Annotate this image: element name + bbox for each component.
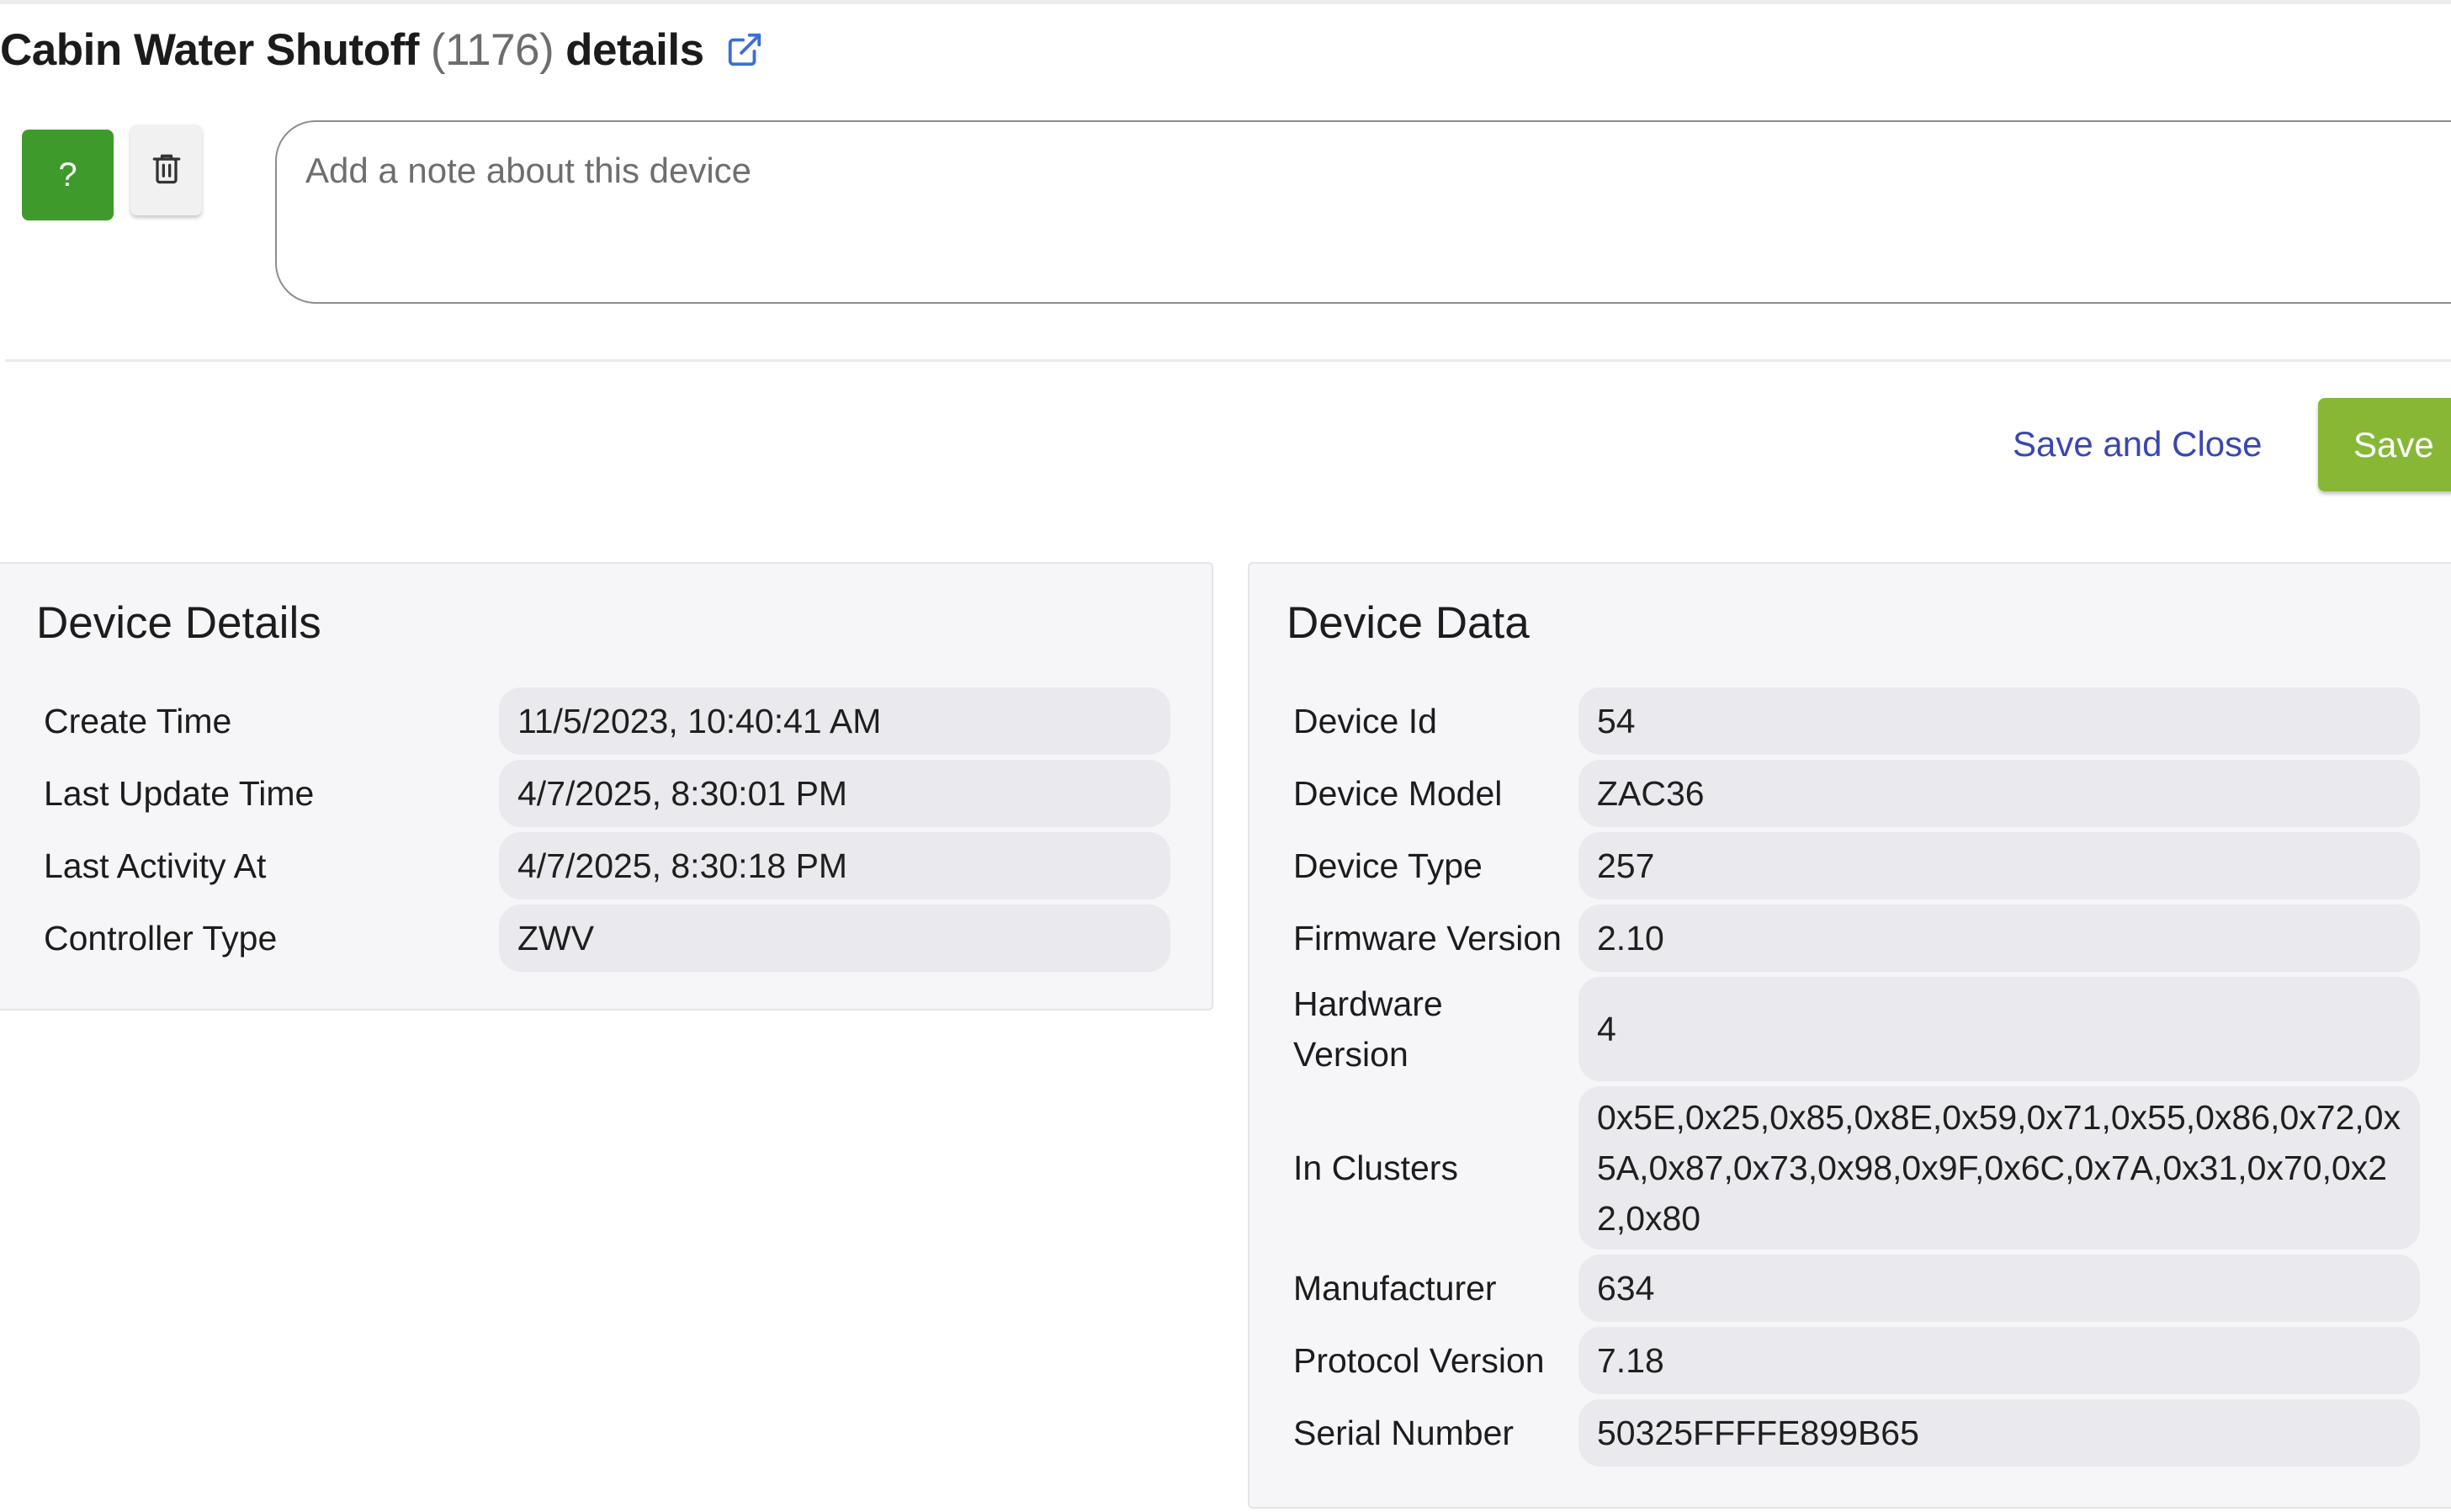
row-value: 2.10 — [1578, 905, 2420, 972]
data-row-hardware-version: Hardware Version 4 — [1249, 974, 2451, 1084]
device-details-panel: Device Details Create Time 11/5/2023, 10… — [0, 562, 1213, 1011]
device-count: (1176) — [430, 24, 554, 75]
data-row-device-model: Device Model ZAC36 — [1249, 757, 2451, 830]
data-row-in-clusters: In Clusters 0x5E,0x25,0x85,0x8E,0x59,0x7… — [1249, 1084, 2451, 1252]
row-value: 50325FFFFE899B65 — [1578, 1399, 2420, 1467]
title-suffix: details — [565, 24, 704, 75]
delete-button[interactable] — [130, 125, 202, 215]
row-value: 4/7/2025, 8:30:01 PM — [499, 760, 1170, 827]
row-value: ZWV — [499, 905, 1170, 972]
device-data-title: Device Data — [1287, 598, 1530, 648]
section-divider — [5, 359, 2451, 362]
row-label: Create Time — [44, 702, 232, 740]
row-label: Protocol Version — [1293, 1341, 1545, 1380]
top-divider — [0, 0, 2451, 4]
device-details-page: Cabin Water Shutoff (1176) details ? S — [0, 0, 2451, 1512]
save-and-close-button[interactable]: Save and Close — [2013, 412, 2263, 476]
row-label: Last Update Time — [44, 774, 315, 813]
row-label: Hardware Version — [1293, 984, 1443, 1074]
device-details-rows: Create Time 11/5/2023, 10:40:41 AM Last … — [0, 685, 1212, 974]
save-button[interactable]: Save — [2318, 398, 2451, 491]
data-row-firmware-version: Firmware Version 2.10 — [1249, 902, 2451, 974]
row-label: Device Id — [1293, 702, 1437, 740]
row-value: 634 — [1578, 1255, 2420, 1322]
detail-row-last-update-time: Last Update Time 4/7/2025, 8:30:01 PM — [0, 757, 1212, 830]
external-link-icon[interactable] — [723, 28, 767, 72]
row-label: Controller Type — [44, 919, 278, 958]
detail-row-create-time: Create Time 11/5/2023, 10:40:41 AM — [0, 685, 1212, 757]
page-title: Cabin Water Shutoff (1176) details — [0, 20, 767, 79]
device-data-rows: Device Id 54 Device Model ZAC36 Device T… — [1249, 685, 2451, 1469]
data-row-device-id: Device Id 54 — [1249, 685, 2451, 757]
row-label: Firmware Version — [1293, 919, 1562, 958]
row-label: Device Type — [1293, 846, 1483, 885]
device-name: Cabin Water Shutoff — [0, 24, 419, 75]
row-value: 7.18 — [1578, 1327, 2420, 1394]
row-label: Serial Number — [1293, 1414, 1515, 1452]
data-row-protocol-version: Protocol Version 7.18 — [1249, 1324, 2451, 1397]
trash-icon — [148, 149, 185, 192]
detail-row-last-activity-at: Last Activity At 4/7/2025, 8:30:18 PM — [0, 830, 1212, 902]
data-row-serial-number: Serial Number 50325FFFFE899B65 — [1249, 1397, 2451, 1469]
row-label: Manufacturer — [1293, 1269, 1497, 1308]
row-label: Device Model — [1293, 774, 1503, 813]
row-value: ZAC36 — [1578, 760, 2420, 827]
device-note-input[interactable] — [275, 120, 2451, 304]
device-data-panel: Device Data Device Id 54 Device Model ZA… — [1248, 562, 2451, 1509]
data-row-device-type: Device Type 257 — [1249, 830, 2451, 902]
row-label: In Clusters — [1293, 1149, 1458, 1187]
row-value: 257 — [1578, 832, 2420, 899]
row-label: Last Activity At — [44, 846, 267, 885]
row-value: 54 — [1578, 687, 2420, 755]
row-value: 11/5/2023, 10:40:41 AM — [499, 687, 1170, 755]
detail-row-controller-type: Controller Type ZWV — [0, 902, 1212, 974]
device-details-title: Device Details — [36, 598, 321, 648]
data-row-manufacturer: Manufacturer 634 — [1249, 1252, 2451, 1324]
help-button[interactable]: ? — [22, 130, 114, 220]
row-value: 4 — [1578, 977, 2420, 1081]
row-value: 4/7/2025, 8:30:18 PM — [499, 832, 1170, 899]
row-value: 0x5E,0x25,0x85,0x8E,0x59,0x71,0x55,0x86,… — [1578, 1086, 2420, 1249]
